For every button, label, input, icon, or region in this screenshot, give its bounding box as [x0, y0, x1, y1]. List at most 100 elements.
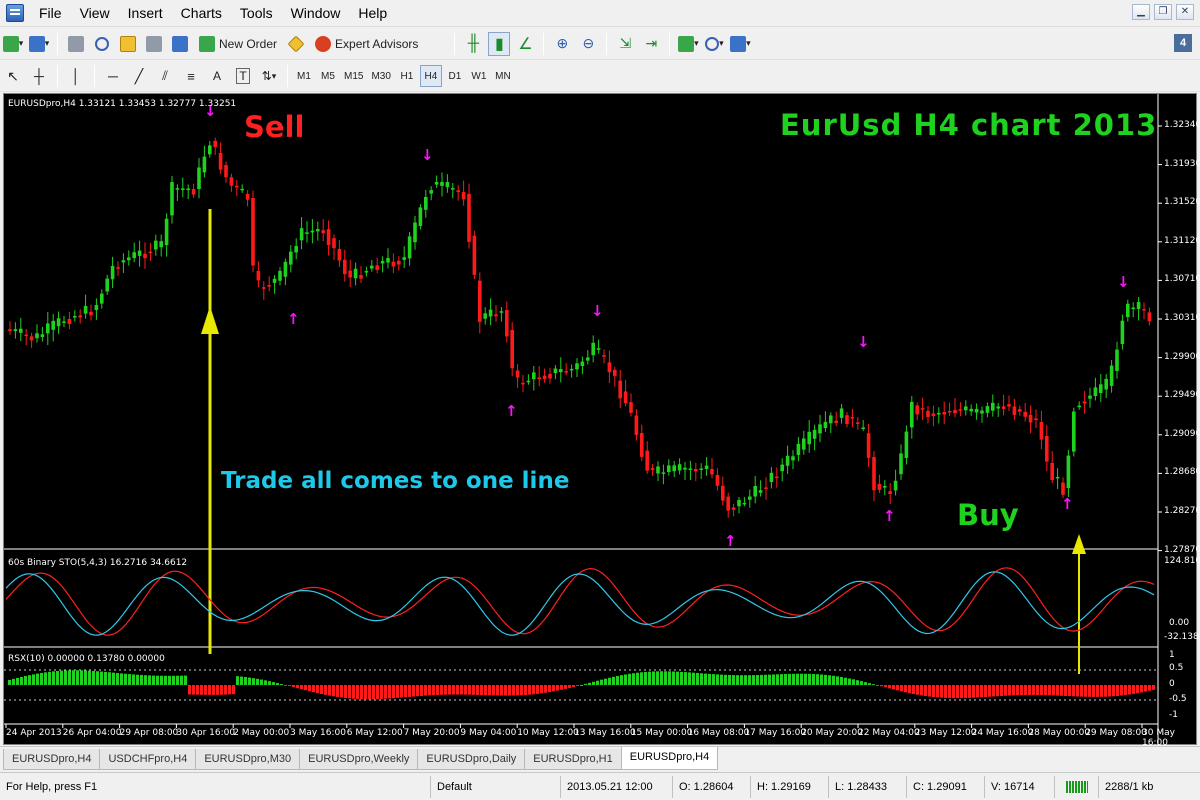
candle [62, 321, 66, 323]
trendline-button[interactable]: ╱ [128, 64, 150, 88]
tab-eurusd-weekly[interactable]: EURUSDpro,Weekly [299, 749, 419, 770]
rsx-bar [300, 685, 303, 690]
cursor-button[interactable]: ↖ [2, 64, 24, 88]
restore-icon[interactable]: ❐ [1154, 4, 1172, 20]
sell-arrow-head [201, 306, 219, 334]
menu-tools[interactable]: Tools [231, 0, 282, 27]
rsx-bar [1068, 685, 1071, 697]
zoom-out-button[interactable]: ⊖ [577, 32, 599, 56]
app-logo-icon[interactable] [6, 4, 24, 22]
candle [272, 278, 277, 283]
toolbar-separator [94, 65, 95, 87]
chart-window[interactable]: ↓ ↓ ↓ ↓ ↓ ↑ ↑ ↑ ↑ ↑ EURUSDpro,H4 1.33121 1.33453 … [3, 93, 1200, 748]
rsx-bar [1064, 685, 1067, 696]
templates-button[interactable]: ▾ [729, 32, 751, 56]
new-order-button[interactable]: New Order [195, 32, 281, 56]
candle [926, 410, 930, 418]
rsx-bar [900, 685, 903, 692]
text-label-button[interactable]: T [232, 64, 254, 88]
auto-scroll-button[interactable]: ⇲ [614, 32, 636, 56]
auto-scroll-icon: ⇲ [619, 35, 632, 51]
zoom-in-icon: ⊕ [556, 35, 569, 51]
tf-m1-button[interactable]: M1 [293, 65, 315, 87]
data-window-button[interactable] [91, 32, 113, 56]
rsx-bar [928, 685, 931, 697]
channel-button[interactable]: ⫽ [154, 64, 176, 88]
candle-chart-button[interactable]: ▮ [488, 31, 511, 56]
menu-help[interactable]: Help [349, 0, 396, 27]
rsx-bar [140, 674, 143, 685]
time-tick-label: 24 Apr 2013 [6, 728, 62, 738]
rsx-bar [468, 685, 471, 695]
menu-window[interactable]: Window [282, 0, 350, 27]
new-chart-button[interactable]: ▾ [2, 32, 24, 56]
rsx-bar [244, 677, 247, 685]
indicators-button[interactable]: ▾ [677, 32, 699, 56]
candle [332, 238, 336, 249]
rsx-bar [696, 672, 699, 685]
vertical-line-button[interactable]: │ [65, 64, 87, 88]
candle [40, 334, 45, 337]
tab-eurusd-m30[interactable]: EURUSDpro,M30 [195, 749, 301, 770]
tf-h1-button[interactable]: H1 [396, 65, 418, 87]
candle [235, 185, 239, 188]
rsx-bar [56, 670, 59, 685]
rsx-bar [304, 685, 307, 691]
crosshair-button[interactable]: ┼ [28, 64, 50, 88]
arrows-button[interactable]: ⇅ ▾ [258, 64, 280, 88]
periods-button[interactable]: ▾ [703, 32, 725, 56]
line-chart-button[interactable]: ∠ [514, 32, 536, 56]
candle [413, 222, 417, 243]
rsx-bar [780, 674, 783, 685]
window-count-badge[interactable]: 4 [1174, 34, 1192, 52]
tf-h4-button[interactable]: H4 [419, 65, 442, 87]
tf-w1-button[interactable]: W1 [468, 65, 490, 87]
candle [748, 496, 752, 500]
tab-eurusd-h1[interactable]: EURUSDpro,H1 [524, 749, 622, 770]
rsx-bar [868, 683, 871, 685]
tf-d1-button[interactable]: D1 [444, 65, 466, 87]
bar-chart-button[interactable]: ╫ [462, 32, 484, 56]
rsx-bar [1016, 685, 1019, 696]
connection-icon[interactable] [1054, 775, 1098, 798]
tab-eurusd-h4[interactable]: EURUSDpro,H4 [3, 749, 101, 770]
text-button[interactable]: A [206, 64, 228, 88]
expert-advisors-button[interactable]: Expert Advisors [311, 32, 422, 56]
tf-m15-button[interactable]: M15 [341, 65, 366, 87]
rsx-bar [704, 673, 707, 685]
close-icon[interactable]: ✕ [1176, 4, 1194, 20]
candle [953, 409, 957, 414]
navigator-button[interactable] [117, 32, 139, 56]
rsx-bar [832, 675, 835, 685]
menu-view[interactable]: View [71, 0, 119, 27]
horizontal-line-button[interactable]: ─ [102, 64, 124, 88]
candle [877, 484, 882, 490]
indicators-icon [678, 35, 695, 52]
menu-insert[interactable]: Insert [119, 0, 172, 27]
bar-chart-icon: ╫ [467, 34, 480, 52]
tab-eurusd-daily[interactable]: EURUSDpro,Daily [417, 749, 526, 770]
price-chart[interactable]: ↓↓↓↓↓↑↑↑↑↑ [4, 94, 1198, 746]
fibonacci-button[interactable]: ≡ [180, 64, 202, 88]
candle [46, 323, 50, 334]
zoom-in-button[interactable]: ⊕ [551, 32, 573, 56]
tf-m5-button[interactable]: M5 [317, 65, 339, 87]
profiles-button[interactable]: ▾ [28, 32, 50, 56]
rsx-bar [880, 685, 883, 687]
candle [580, 361, 585, 366]
tester-button[interactable] [169, 32, 191, 56]
metaeditor-button[interactable] [285, 32, 307, 56]
menu-file[interactable]: File [30, 0, 71, 27]
tf-m30-button[interactable]: M30 [368, 65, 393, 87]
rsx-bar [1128, 685, 1131, 695]
terminal-button[interactable] [143, 32, 165, 56]
rsx-bar [840, 676, 843, 685]
tf-mn-button[interactable]: MN [492, 65, 514, 87]
minimize-icon[interactable]: ▁ [1132, 4, 1150, 20]
chart-shift-button[interactable]: ⇥ [640, 32, 662, 56]
tab-eurusd-h4-active[interactable]: EURUSDpro,H4 [620, 747, 719, 770]
menu-charts[interactable]: Charts [172, 0, 231, 27]
candle [802, 438, 806, 450]
market-watch-button[interactable] [65, 32, 87, 56]
tab-usdchf-h4[interactable]: USDCHFpro,H4 [99, 749, 197, 770]
